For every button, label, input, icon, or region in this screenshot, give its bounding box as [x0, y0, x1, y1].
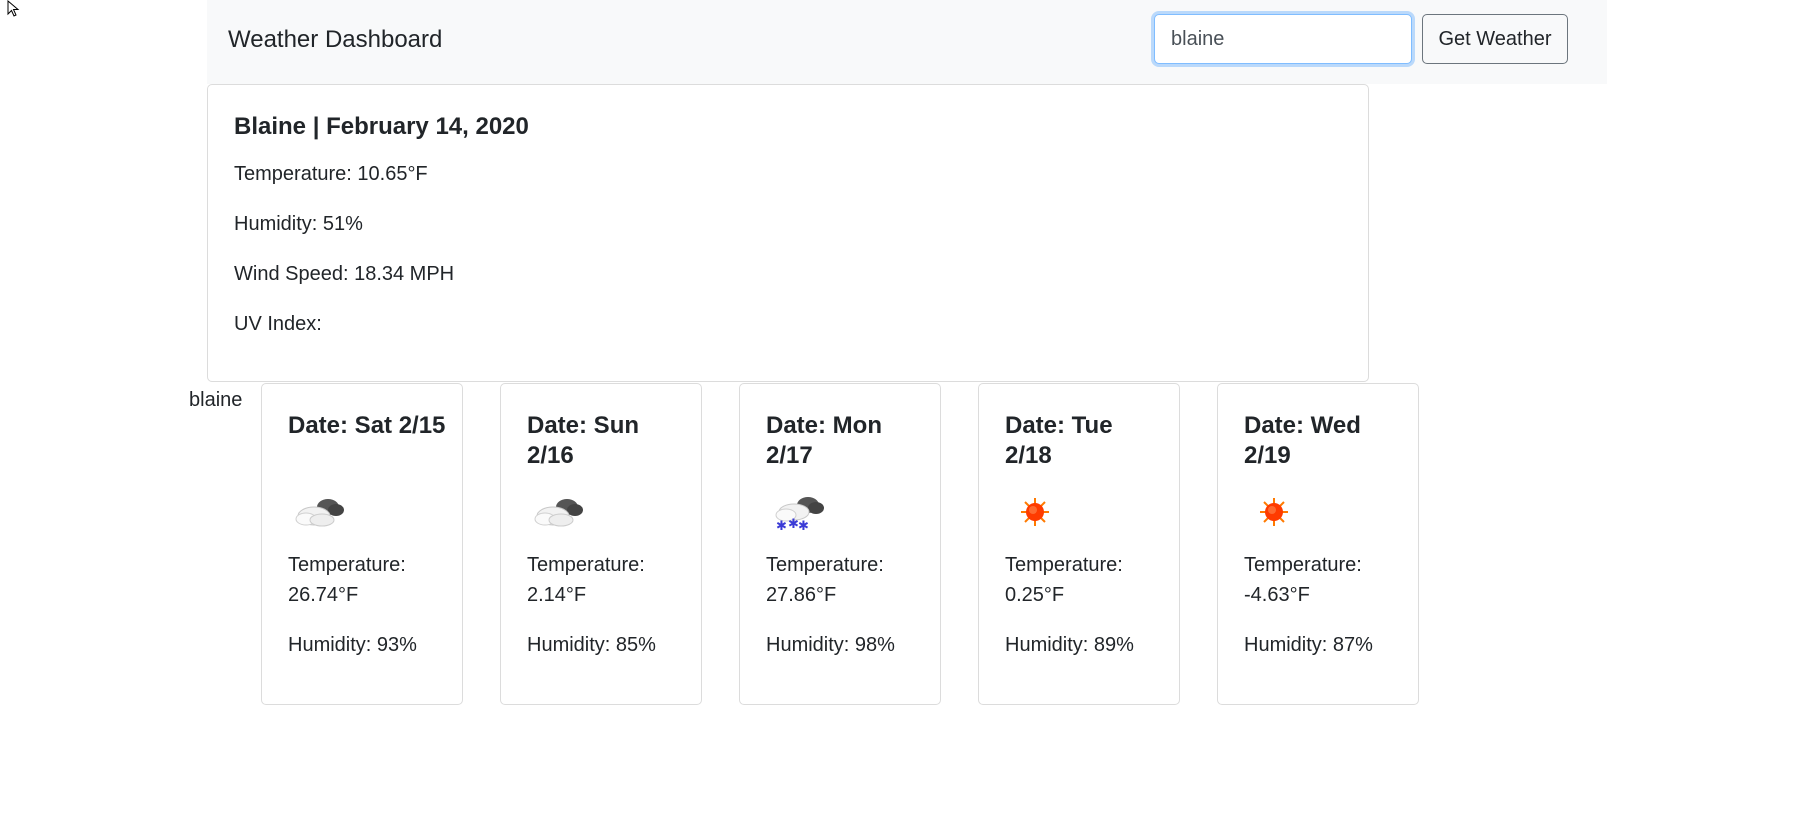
- forecast-card: Date: Wed 2/19 Temperature: -4.63°F Humi…: [1217, 383, 1419, 705]
- current-temperature: Temperature: 10.65°F: [234, 163, 428, 185]
- search-history-item[interactable]: blaine: [189, 387, 242, 413]
- forecast-date: Date: Sat 2/15: [288, 412, 446, 439]
- navbar: Weather Dashboard Get Weather: [207, 0, 1607, 84]
- forecast-date: Date: Wed 2/19: [1244, 412, 1361, 469]
- current-uv-index: UV Index:: [234, 313, 322, 335]
- forecast-temperature-value: 26.74°F: [288, 584, 359, 606]
- forecast-temperature-value: 0.25°F: [1005, 584, 1065, 606]
- forecast-date: Date: Tue 2/18: [1005, 412, 1113, 469]
- forecast-humidity: Humidity: 98%: [766, 634, 895, 656]
- forecast-temperature-label: Temperature:: [1005, 554, 1123, 576]
- sun-icon: [1021, 498, 1049, 526]
- sun-icon: [1260, 498, 1288, 526]
- partly-cloudy-icon: [534, 499, 583, 527]
- mouse-cursor-icon: [7, 0, 20, 17]
- brand-title: Weather Dashboard: [228, 26, 443, 53]
- snow-icon: ✱ ✱ ✱: [775, 497, 824, 532]
- partly-cloudy-icon: [295, 499, 344, 527]
- forecast-humidity: Humidity: 93%: [288, 634, 417, 656]
- svg-text:✱: ✱: [776, 519, 787, 532]
- forecast-temperature-value: 2.14°F: [527, 584, 587, 606]
- current-city-date: Blaine | February 14, 2020: [234, 113, 529, 140]
- svg-text:✱: ✱: [798, 519, 809, 532]
- get-weather-button[interactable]: Get Weather: [1422, 14, 1568, 64]
- current-wind-speed: Wind Speed: 18.34 MPH: [234, 263, 455, 285]
- forecast-humidity: Humidity: 87%: [1244, 634, 1373, 656]
- forecast-temperature-label: Temperature:: [1244, 554, 1362, 576]
- forecast-temperature-label: Temperature:: [527, 554, 645, 576]
- forecast-temperature-label: Temperature:: [766, 554, 884, 576]
- forecast-temperature-value: -4.63°F: [1244, 584, 1310, 606]
- forecast-date: Date: Mon 2/17: [766, 412, 882, 469]
- current-weather-card: Blaine | February 14, 2020 Temperature: …: [207, 84, 1369, 382]
- forecast-card: Date: Sun 2/16 Temperature: 2.14°F Humid…: [500, 383, 702, 705]
- forecast-card: Date: Mon 2/17 ✱ ✱ ✱ Temperature: 27.86°…: [739, 383, 941, 705]
- forecast-humidity: Humidity: 85%: [527, 634, 656, 656]
- forecast-card: Date: Sat 2/15 Temperature: 26.74°F Humi…: [261, 383, 463, 705]
- city-search-input[interactable]: [1154, 14, 1412, 64]
- forecast-card: Date: Tue 2/18 Temperature: 0.25°F Humid…: [978, 383, 1180, 705]
- forecast-humidity: Humidity: 89%: [1005, 634, 1134, 656]
- forecast-temperature-value: 27.86°F: [766, 584, 837, 606]
- forecast-temperature-label: Temperature:: [288, 554, 406, 576]
- forecast-date: Date: Sun 2/16: [527, 412, 640, 469]
- current-humidity: Humidity: 51%: [234, 213, 363, 235]
